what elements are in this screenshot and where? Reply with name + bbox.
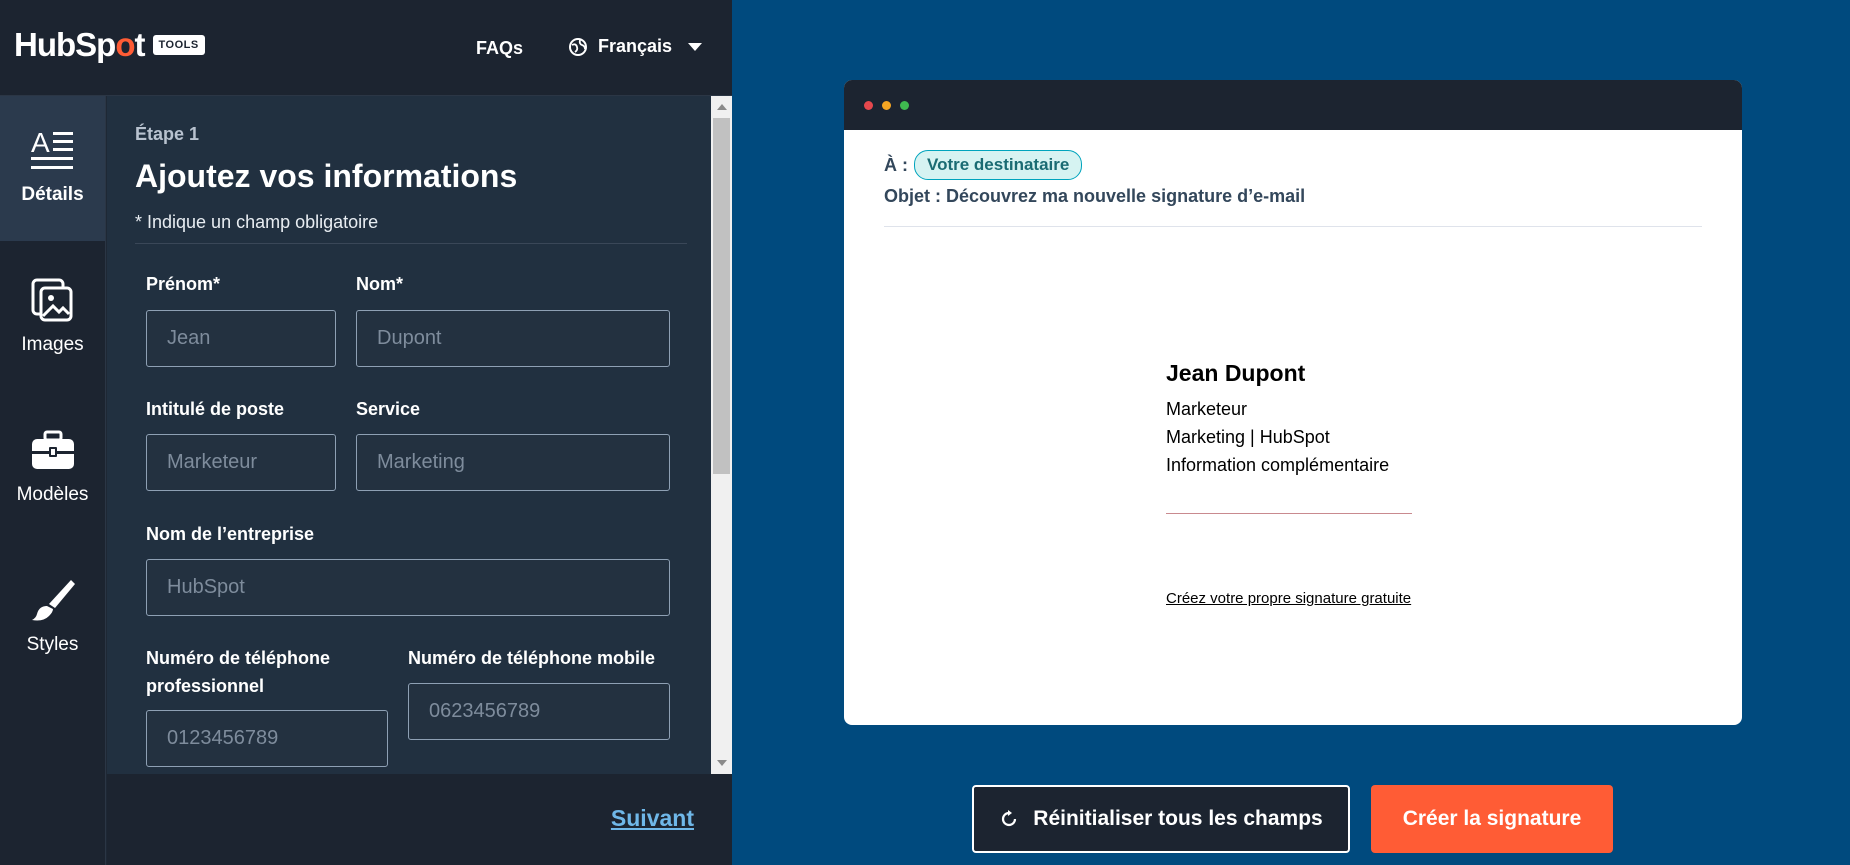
window-title-bar [844,80,1742,130]
first-name-input[interactable] [146,310,336,367]
email-preview-window: À : Votre destinataire Objet : Découvrez… [844,80,1742,725]
window-dot-green [900,101,909,110]
sidebar-item-label: Images [21,334,84,355]
department-input[interactable] [356,434,670,491]
preview-panel: À : Votre destinataire Objet : Découvrez… [732,0,1850,865]
images-icon [31,278,72,322]
editor-panel: HubSpot TOOLS FAQs Français A Détails Im… [0,0,732,865]
faqs-link[interactable]: FAQs [476,38,523,59]
form-title: Ajoutez vos informations [135,158,518,194]
signature-extra: Information complémentaire [1166,455,1390,475]
form-scrollbar[interactable] [711,96,732,774]
sidebar-item-label: Styles [26,634,79,655]
required-note: * Indique un champ obligatoire [135,212,379,232]
email-subject: Objet : Découvrez ma nouvelle signature … [884,186,1306,206]
signature-title: Marketeur [1166,399,1248,419]
sidebar-nav: A Détails Images Modèles Styles [0,96,106,865]
sidebar-item-images[interactable]: Images [0,246,105,391]
divider [884,226,1702,227]
first-name-label: Prénom* [146,274,221,294]
sidebar-item-templates[interactable]: Modèles [0,396,105,541]
signature-company: Marketing | HubSpot [1166,427,1330,447]
office-phone-label: Numéro de téléphone professionnel [146,648,331,696]
mobile-phone-label: Numéro de téléphone mobile [408,648,656,668]
to-label: À : [884,154,908,175]
last-name-input[interactable] [356,310,670,367]
company-input[interactable] [146,559,670,616]
globe-icon [569,37,587,56]
scrollbar-thumb[interactable] [713,118,730,474]
logo-tools-badge: TOOLS [152,35,205,55]
job-title-input[interactable] [146,434,336,491]
sidebar-item-styles[interactable]: Styles [0,546,105,691]
sidebar-item-label: Détails [21,184,84,205]
logo-wordmark: HubSpot [14,26,146,63]
step-indicator: Étape 1 [135,124,200,144]
window-dot-red [864,101,873,110]
recipient-pill: Votre destinataire [914,150,1083,180]
reset-button-label: Réinitialiser tous les champs [1033,807,1323,830]
svg-text:A: A [31,127,50,158]
create-signature-button[interactable]: Créer la signature [1371,785,1613,853]
reset-fields-button[interactable]: Réinitialiser tous les champs [972,785,1350,853]
department-label: Service [356,399,421,419]
divider [135,243,687,244]
language-selector[interactable]: Français [568,36,703,57]
company-label: Nom de l’entreprise [146,524,315,544]
scroll-up-arrow-icon[interactable] [717,104,727,110]
chevron-down-icon [688,42,703,51]
refresh-icon [1002,810,1017,827]
details-form: Étape 1 Ajoutez vos informations * Indiq… [107,96,711,774]
hubspot-tools-logo[interactable]: HubSpot TOOLS [14,26,205,64]
job-title-label: Intitulé de poste [146,399,285,419]
last-name-label: Nom* [356,274,404,294]
create-signature-link[interactable]: Créez votre propre signature gratuite [1166,590,1411,607]
top-bar: HubSpot TOOLS FAQs Français [0,0,732,96]
signature-divider [1166,513,1412,514]
language-label: Français [598,36,673,56]
signature-preview: Jean Dupont Marketeur Marketing | HubSpo… [1166,360,1412,514]
next-link[interactable]: Suivant [611,805,694,832]
form-footer: Suivant [107,774,732,865]
sidebar-item-details[interactable]: A Détails [0,96,105,241]
email-header: À : Votre destinataire Objet : Découvrez… [884,150,1702,207]
mobile-phone-input[interactable] [408,683,670,740]
details-icon: A [30,127,73,169]
toolbox-icon [31,430,74,469]
office-phone-input[interactable] [146,710,388,767]
scroll-down-arrow-icon[interactable] [717,760,727,766]
sidebar-item-label: Modèles [16,484,89,505]
recipient-row: À : Votre destinataire [884,150,1702,180]
signature-name: Jean Dupont [1166,360,1306,386]
brush-icon [31,580,75,621]
window-dot-yellow [882,101,891,110]
